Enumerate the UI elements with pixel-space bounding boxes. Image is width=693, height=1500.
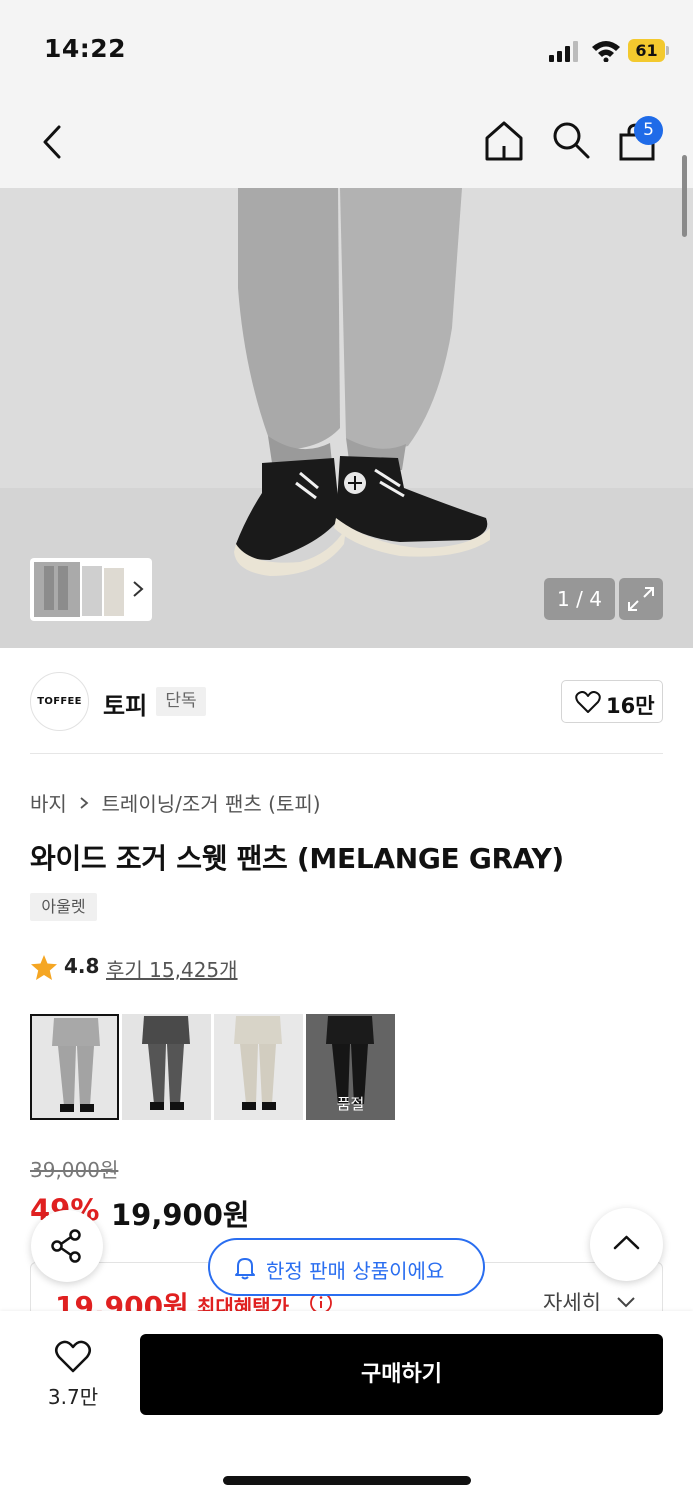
buy-button[interactable]: 구매하기 [140,1334,663,1415]
wishlist-count: 3.7만 [47,1385,99,1409]
battery-icon: 61 [628,39,669,62]
wishlist-button[interactable]: 3.7만 [30,1338,116,1418]
brand-exclusive-tag: 단독 [156,687,206,716]
gallery-thumbnail-strip[interactable] [30,558,152,621]
expand-icon [628,587,654,611]
color-thumbnail [122,1014,211,1120]
outlet-tag: 아울렛 [30,893,97,921]
rating-score: 4.8 [64,954,100,978]
battery-level: 61 [628,39,665,62]
brand-like-button[interactable]: 16만 [561,680,663,723]
wifi-icon [592,41,620,62]
brand-like-count: 16만 [606,694,655,718]
original-price: 39,000원 [30,1158,119,1182]
limited-sale-toast: 한정 판매 상품이에요 [208,1238,485,1296]
color-thumbnail [32,1016,117,1118]
color-option-charcoal[interactable] [122,1014,211,1120]
color-option-melange-gray[interactable] [30,1014,119,1120]
color-thumbnail [214,1014,303,1120]
cart-count-badge: 5 [634,116,663,145]
scroll-indicator[interactable] [682,155,687,237]
share-button[interactable] [31,1210,103,1282]
toast-text: 한정 판매 상품이에요 [266,1259,445,1283]
star-icon [31,955,57,980]
product-title: 와이드 조거 스웻 팬츠 (MELANGE GRAY) [30,842,564,875]
chevron-up-icon [613,1235,640,1250]
expand-image-button[interactable] [619,578,663,620]
heart-icon [575,691,601,713]
status-time: 14:22 [44,34,127,63]
soldout-label: 품절 [336,1095,365,1113]
search-icon[interactable] [551,120,591,160]
chevron-right-icon [80,796,89,809]
home-indicator [223,1476,471,1485]
gallery-thumbnails [34,562,144,617]
divider [30,753,663,754]
gallery-page-counter: 1 / 4 [544,578,615,620]
brand-logo[interactable]: TOFFEE [30,672,89,731]
back-chevron-icon[interactable] [40,124,64,160]
sale-price: 19,900원 [111,1198,250,1232]
brand-name[interactable]: 토피 [103,686,147,721]
chevron-down-icon [617,1297,635,1308]
status-bar: 14:22 61 [0,0,693,100]
share-icon [51,1229,81,1263]
bell-icon [235,1258,255,1280]
reviews-link[interactable]: 후기 15,425개 [106,954,238,983]
scroll-to-top-button[interactable] [590,1208,663,1281]
signal-icon [549,41,578,62]
heart-icon [55,1340,91,1373]
color-option-black[interactable]: 품절 [306,1014,395,1120]
breadcrumb-subcategory[interactable]: 트레이닝/조거 팬츠 (토피) [102,792,321,816]
breadcrumb: 바지 트레이닝/조거 팬츠 (토피) [30,788,321,817]
home-icon[interactable] [484,120,524,162]
color-option-ivory[interactable] [214,1014,303,1120]
breadcrumb-category[interactable]: 바지 [30,792,67,816]
